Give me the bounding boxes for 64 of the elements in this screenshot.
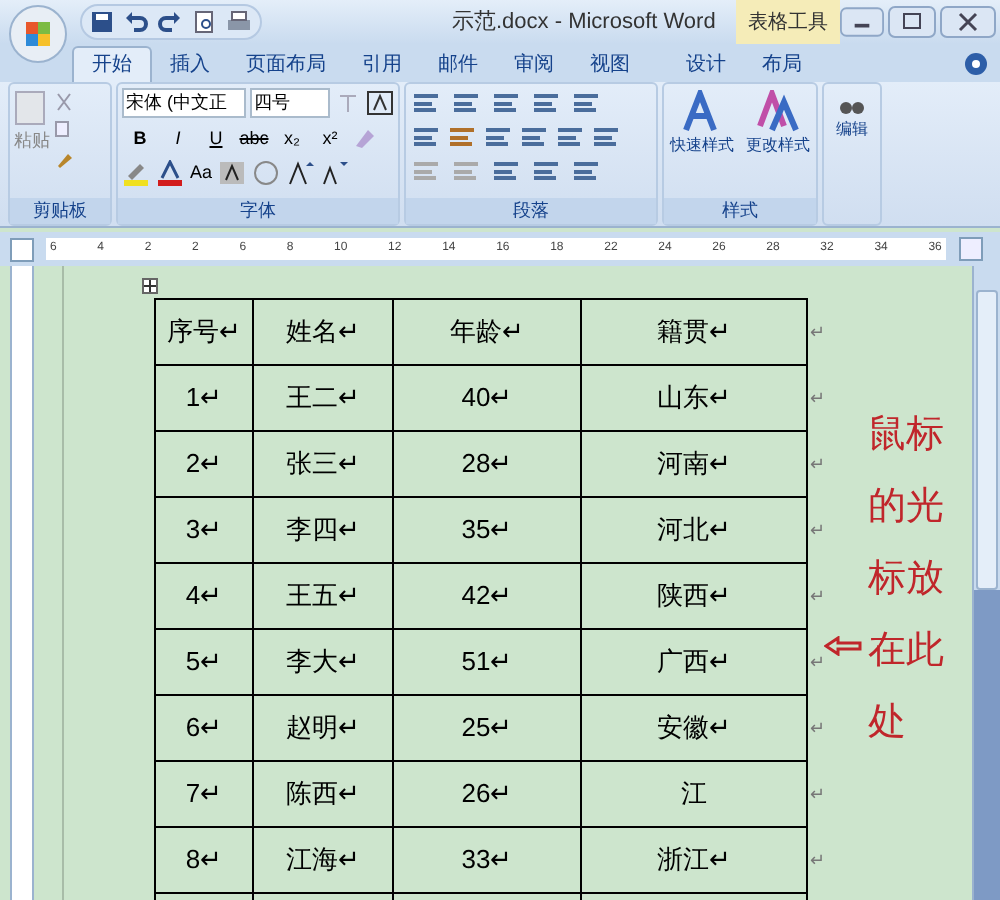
row-end-mark: ↵ [810,781,826,808]
change-case-button[interactable]: Aa [190,160,213,187]
copy-icon[interactable] [54,120,74,140]
view-ruler-icon[interactable] [958,236,984,262]
editing-button[interactable]: 编辑 [836,90,868,142]
left-arrow-icon [824,636,864,656]
context-tab-title: 表格工具 [735,0,840,44]
format-button[interactable]: I [160,124,196,154]
row-end-mark: ↵ [810,451,826,478]
shrink-font-icon[interactable] [320,160,349,187]
row-end-mark: ↵ [810,583,826,610]
group-label: 剪贴板 [10,198,110,224]
group-label: 样式 [664,198,816,224]
restore-button[interactable] [887,6,936,38]
format-button[interactable]: x² [312,124,348,154]
tab-selector[interactable] [10,237,34,261]
format-button[interactable]: U [198,124,234,154]
close-button[interactable] [939,6,996,38]
ribbon-tab[interactable]: 引用 [344,46,420,82]
change-styles-button[interactable]: 更改样式 [746,90,810,198]
row-end-mark: ↵ [810,715,826,742]
font-size-field[interactable]: 四号 [250,88,330,118]
window-title: 示范.docx - Microsoft Word [452,7,716,38]
row-end-mark: ↵ [810,517,826,544]
ribbon-tab[interactable]: 邮件 [420,46,496,82]
cut-icon[interactable] [54,92,74,112]
ribbon-tab[interactable]: 布局 [744,46,820,82]
annotation-text: 鼠标的光标放在此处 [868,412,944,748]
double-a-icon [756,90,800,134]
minimize-button[interactable] [839,6,884,38]
ribbon-tab[interactable]: 页面布局 [228,46,344,82]
redo-icon[interactable] [158,10,182,34]
group-label: 字体 [118,198,398,224]
column-header: 籍贯↵ [580,298,808,366]
undo-icon[interactable] [124,10,148,34]
row-end-mark: ↵ [810,847,826,874]
format-button[interactable]: x₂ [274,124,310,154]
ribbon-tab[interactable]: 审阅 [496,46,572,82]
character-border-icon[interactable] [366,90,394,116]
ribbon-tab[interactable]: 插入 [152,46,228,82]
print-icon[interactable] [226,10,252,34]
column-header: 序号↵ [154,298,254,366]
row-end-mark: ↵ [810,649,826,676]
group-label: 段落 [406,198,656,224]
format-button[interactable]: B [122,124,158,154]
font-name-field[interactable]: 宋体 (中文正 [122,88,246,118]
ribbon-tab[interactable]: 设计 [668,46,744,82]
format-painter-icon[interactable] [54,148,74,168]
ribbon-tab[interactable]: 开始 [72,46,152,82]
save-icon[interactable] [90,10,114,34]
quick-styles-button[interactable]: 快速样式 [670,90,734,198]
row-end-mark: ↵ [810,385,826,412]
table-move-handle-icon[interactable] [142,278,158,294]
help-icon[interactable] [964,52,988,76]
clipboard-icon [14,88,50,128]
highlight-icon[interactable] [122,160,150,187]
row-end-mark: ↵ [810,319,826,346]
format-button[interactable]: abc [236,124,272,154]
print-preview-icon[interactable] [192,10,216,34]
grow-font-icon[interactable] [286,160,315,187]
font-color-icon[interactable] [156,160,184,187]
align-left-icon[interactable] [412,124,440,148]
ribbon-tab[interactable]: 视图 [572,46,648,82]
scroll-thumb[interactable] [976,290,998,590]
